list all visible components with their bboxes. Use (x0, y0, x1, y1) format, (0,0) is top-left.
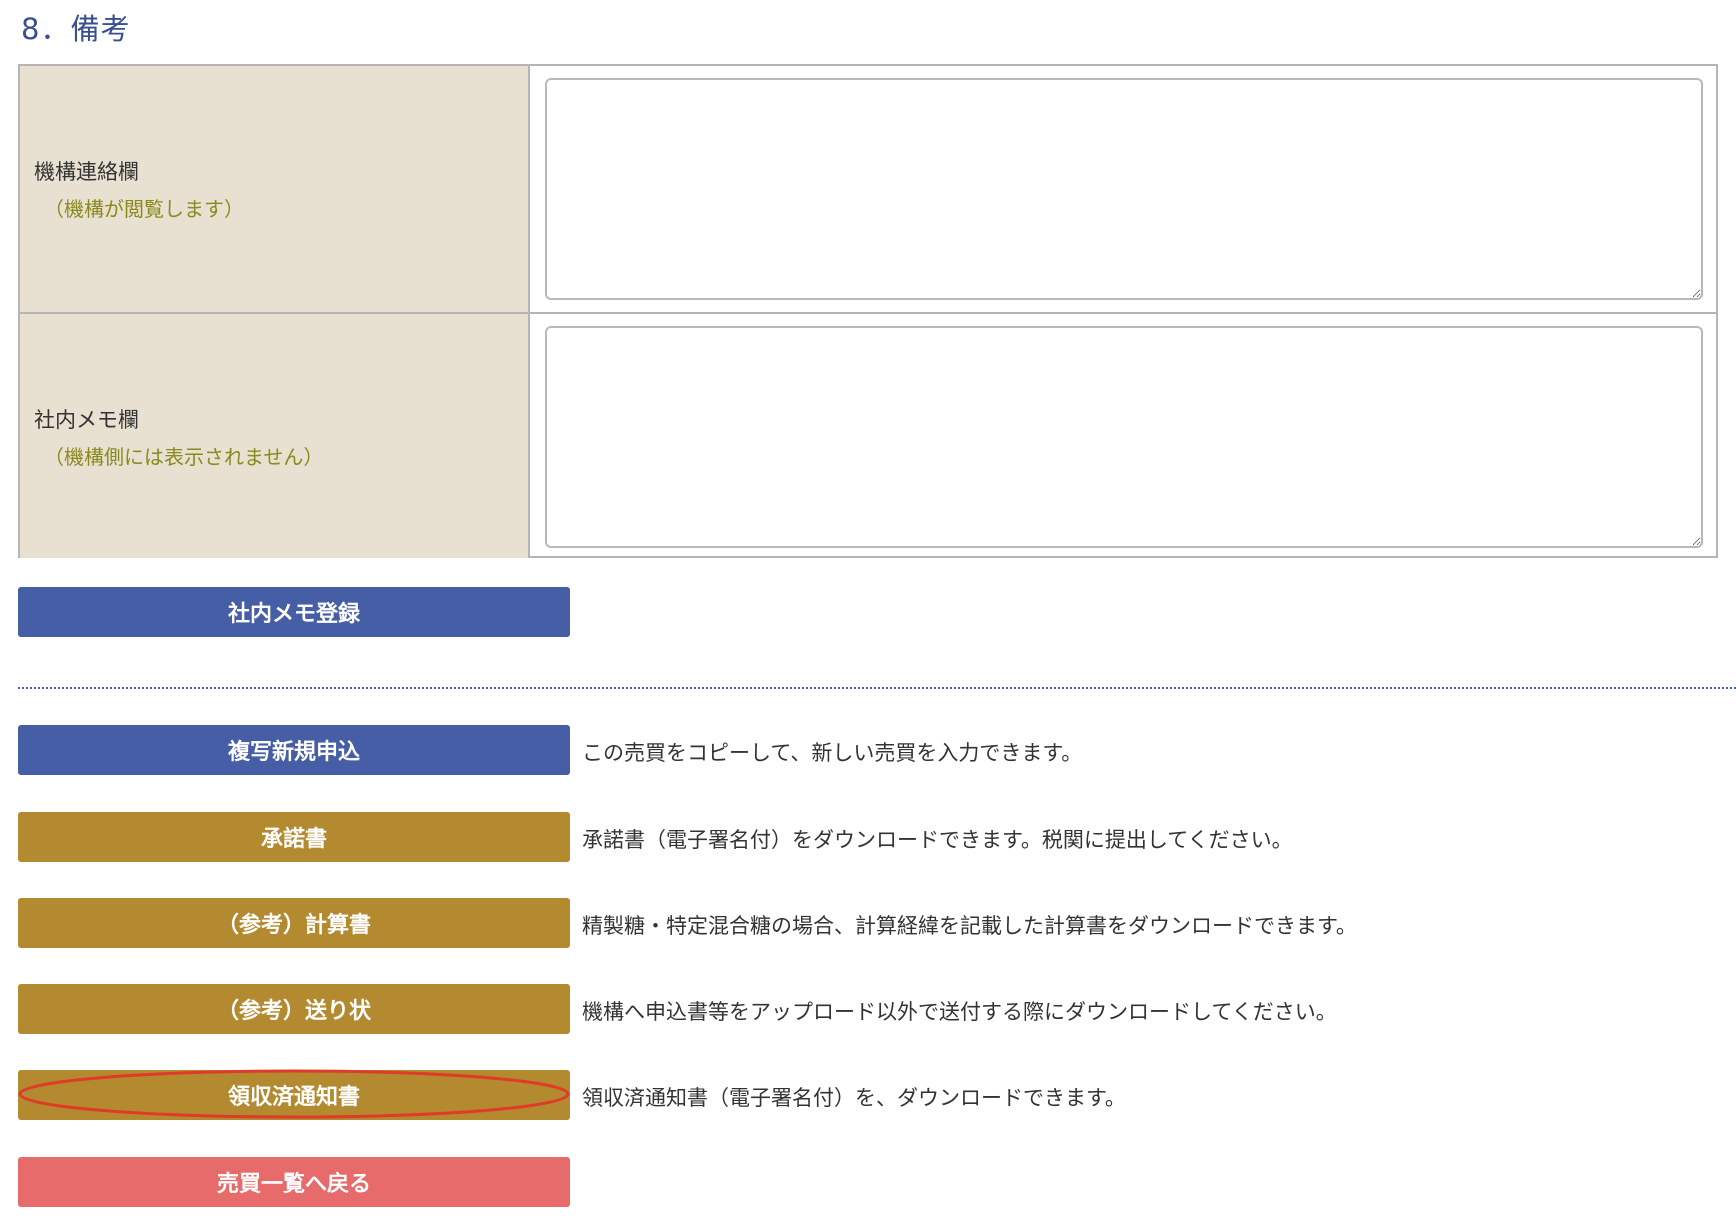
calculation-sheet-description: 精製糖・特定混合糖の場合、計算経緯を記載した計算書をダウンロードできます。 (582, 914, 1357, 938)
section-title: 8．備考 (21, 12, 131, 46)
invoice-button[interactable]: （参考）送り状 (18, 984, 570, 1034)
acceptance-letter-button[interactable]: 承諾書 (18, 812, 570, 862)
internal-memo-label: 社内メモ欄 (34, 408, 139, 432)
organization-memo-label: 機構連絡欄 (34, 160, 139, 184)
memo-label-cell: 機構連絡欄 （機構が閲覧します） (20, 66, 530, 312)
save-internal-memo-button[interactable]: 社内メモ登録 (18, 587, 570, 637)
invoice-description: 機構へ申込書等をアップロード以外で送付する際にダウンロードしてください。 (582, 1000, 1337, 1024)
copy-new-application-description: この売買をコピーして、新しい売買を入力できます。 (582, 741, 1083, 765)
copy-new-application-button[interactable]: 複写新規申込 (18, 725, 570, 775)
memo-table: 機構連絡欄 （機構が閲覧します） 社内メモ欄 （機構側には表示されません） (18, 64, 1718, 558)
back-to-list-button[interactable]: 売買一覧へ戻る (18, 1157, 570, 1207)
memo-label-cell: 社内メモ欄 （機構側には表示されません） (20, 314, 530, 558)
section-divider (18, 687, 1736, 689)
organization-memo-note: （機構が閲覧します） (44, 197, 244, 221)
memo-input-cell (532, 66, 1716, 312)
memo-input-cell (532, 314, 1716, 558)
organization-memo-textarea[interactable] (545, 78, 1703, 300)
acceptance-letter-description: 承諾書（電子署名付）をダウンロードできます。税関に提出してください。 (582, 828, 1293, 852)
memo-row-internal: 社内メモ欄 （機構側には表示されません） (20, 314, 1716, 558)
internal-memo-note: （機構側には表示されません） (44, 445, 324, 469)
internal-memo-textarea[interactable] (545, 326, 1703, 548)
memo-row-organization: 機構連絡欄 （機構が閲覧します） (20, 66, 1716, 314)
calculation-sheet-button[interactable]: （参考）計算書 (18, 898, 570, 948)
receipt-notice-description: 領収済通知書（電子署名付）を、ダウンロードできます。 (582, 1086, 1126, 1110)
receipt-notice-button[interactable]: 領収済通知書 (18, 1070, 570, 1120)
